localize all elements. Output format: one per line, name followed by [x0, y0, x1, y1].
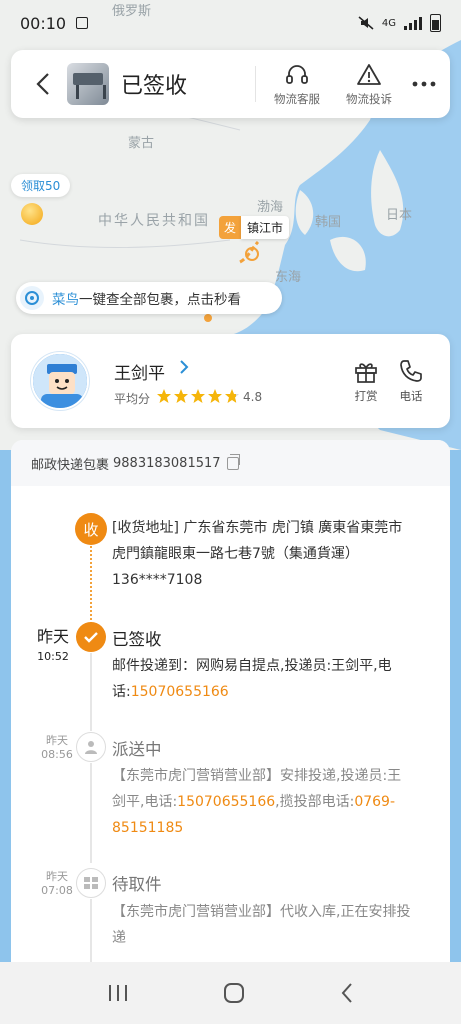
tip-label: 打赏: [354, 389, 378, 403]
headset-icon: [286, 64, 308, 84]
phone-icon: [400, 360, 422, 382]
logistics-service-button[interactable]: 物流客服: [266, 62, 328, 107]
star-icon: [225, 389, 239, 403]
system-nav-bar: [0, 962, 461, 1024]
promo-brand: 菜鸟: [52, 292, 79, 308]
carrier-name: 邮政快递包裹: [31, 457, 110, 473]
star-icon: [208, 389, 222, 403]
rating-stars: [156, 388, 240, 404]
receive-address-text: [收货地址] 广东省东莞市 虎门镇 廣東省東莞市虎門鎮龍眼東一路七巷7號（集通貨…: [112, 520, 403, 562]
signed-date-day: 昨天: [36, 627, 69, 646]
map-label-china: 中华人民共和国: [98, 213, 210, 229]
map-label-japan: 日本: [386, 208, 413, 223]
back-button[interactable]: [25, 50, 61, 118]
pickup-status: 待取件: [112, 875, 162, 894]
receive-address: [收货地址] 广东省东莞市 虎门镇 廣東省東莞市虎門鎮龍眼東一路七巷7號（集通貨…: [112, 515, 412, 593]
star-icon: [157, 389, 171, 403]
receive-phone: 136****7108: [112, 572, 203, 588]
origin-city: 镇江市: [241, 216, 290, 239]
chevron-right-icon[interactable]: [178, 358, 190, 376]
copy-icon[interactable]: [226, 453, 240, 470]
map-label-mongolia: 蒙古: [128, 136, 155, 151]
signed-date-time: 10:52: [37, 650, 69, 663]
warning-icon: [357, 63, 381, 85]
delivering-status: 派送中: [112, 740, 162, 759]
signed-phone-link[interactable]: 15070655166: [131, 684, 229, 700]
map-label-east-sea: 东海: [275, 270, 302, 285]
timeline-line-3: [90, 899, 92, 969]
mute-icon: [358, 16, 374, 30]
logistics-complaint-label: 物流投诉: [346, 91, 392, 106]
delivering-description: 【东莞市虎门营销营业部】安排投递,投递员:王剑平,电话:15070655166,…: [112, 763, 412, 841]
page-title: 已签收: [121, 74, 188, 99]
origin-tag: 发: [219, 216, 242, 239]
cainiao-logo-icon: [20, 286, 44, 310]
origin-marker[interactable]: 发 镇江市: [219, 216, 290, 239]
chevron-left-icon: [36, 73, 49, 95]
header-card: 已签收 物流客服 物流投诉: [11, 50, 450, 118]
star-icon: [191, 389, 205, 403]
status-time: 00:10: [20, 13, 67, 33]
signed-check-icon: [76, 622, 106, 652]
back-nav-icon[interactable]: [340, 982, 354, 1004]
courier-avatar[interactable]: [31, 352, 89, 410]
delivering-phone1[interactable]: 15070655166: [177, 794, 275, 810]
courier-name[interactable]: 王剑平: [114, 359, 165, 384]
signal-icon: [404, 16, 422, 30]
courier-card: 王剑平 平均分 4.8 打赏 电话: [11, 334, 450, 428]
signed-date: 昨天 10:52: [23, 627, 83, 667]
phone-label: 电话: [399, 389, 423, 403]
signed-description: 邮件投递到：网购易自提点,投递员:王剑平,电话:15070655166: [112, 653, 412, 705]
rating-label: 平均分: [114, 392, 151, 406]
courier-person-icon: [76, 732, 106, 762]
coupon-button[interactable]: 领取50: [11, 174, 71, 197]
signed-status: 已签收: [112, 630, 162, 649]
warehouse-icon: [76, 868, 106, 898]
battery-icon: [430, 14, 441, 32]
header-divider: [255, 66, 256, 102]
timeline-connector-dashed: [90, 546, 92, 624]
product-thumbnail[interactable]: [67, 63, 109, 105]
rating-score: 4.8: [243, 390, 263, 404]
recent-apps-icon[interactable]: [107, 983, 129, 1003]
map-label-korea: 韩国: [315, 215, 342, 230]
star-icon: [174, 389, 188, 403]
receive-badge: 收: [75, 513, 107, 545]
tip-button[interactable]: 打赏: [353, 358, 379, 404]
tracking-number: 9883183081517: [113, 455, 221, 471]
gift-icon: [355, 363, 377, 383]
tracking-card: 邮政快递包裹 9883183081517 收 [收货地址] 广东省东莞市 虎门镇…: [11, 440, 450, 980]
coupon-gift-icon[interactable]: [21, 203, 43, 225]
timeline-line-2: [90, 763, 92, 863]
timeline-line-1: [90, 653, 92, 731]
more-dots-icon: [412, 81, 436, 87]
delivering-desc2: ,揽投部电话:: [275, 794, 355, 810]
package-info-bar: 邮政快递包裹 9883183081517: [11, 440, 450, 486]
notification-icon: [76, 17, 89, 29]
pickup-description: 【东莞市虎门营销营业部】代收入库,正在安排投递: [112, 904, 411, 946]
network-type: 4G: [381, 17, 396, 29]
cainiao-promo-banner[interactable]: 菜鸟一键查全部包裹，点击秒看: [16, 282, 282, 314]
home-icon[interactable]: [223, 982, 245, 1004]
more-button[interactable]: [404, 81, 444, 87]
call-courier-button[interactable]: 电话: [398, 358, 424, 404]
status-bar: 00:10 4G: [0, 0, 461, 46]
logistics-complaint-button[interactable]: 物流投诉: [338, 62, 400, 107]
map-label-bohai: 渤海: [257, 200, 284, 215]
promo-text: 一键查全部包裹，点击秒看: [79, 292, 241, 308]
logistics-service-label: 物流客服: [274, 91, 320, 106]
